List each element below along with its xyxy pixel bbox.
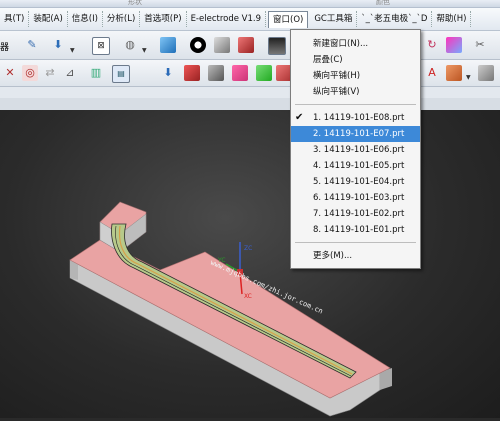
menu-window[interactable]: 窗口(O): [268, 10, 309, 28]
recent-file-item-selected[interactable]: 2. 14119-101-E07.prt: [291, 126, 420, 142]
rotate-icon[interactable]: ◍: [122, 37, 138, 53]
recent-file-item[interactable]: 5. 14119-101-E04.prt: [291, 174, 420, 190]
group-label-shape: 形状: [128, 0, 142, 6]
constraint-icon[interactable]: ◎: [22, 65, 38, 81]
tool-icon[interactable]: ✂: [472, 37, 488, 53]
pencil-icon[interactable]: ✎: [24, 37, 40, 53]
menu-cascade[interactable]: 层叠(C): [291, 52, 420, 68]
toolbar-row-2: ✕ ◎ ⇄ ⊿ ▥ ▤ ⬇ A ▼: [0, 60, 500, 87]
selection-filter-icon[interactable]: ⬇: [50, 37, 66, 53]
menu-tools[interactable]: 具(T): [0, 11, 30, 27]
ribbon-group-strip: 形状 颜色: [0, 0, 500, 8]
options-icon[interactable]: [478, 65, 494, 81]
recent-file-item[interactable]: 8. 14119-101-E01.prt: [291, 222, 420, 238]
menu-analysis[interactable]: 分析(L): [103, 11, 141, 27]
layer-icon[interactable]: ▤: [112, 65, 130, 83]
menu-tile-vertical[interactable]: 纵向平铺(V): [291, 84, 420, 100]
chevron-down-icon[interactable]: ▼: [466, 74, 471, 81]
book-icon[interactable]: ▥: [88, 65, 104, 81]
recent-file-item[interactable]: 6. 14119-101-E03.prt: [291, 190, 420, 206]
menu-bar: 具(T) 装配(A) 信息(I) 分析(L) 首选项(P) E-electrod…: [0, 8, 500, 31]
group-label-color: 颜色: [376, 0, 390, 6]
chevron-down-icon[interactable]: ▼: [70, 47, 75, 54]
display-mode-icon[interactable]: [214, 37, 230, 53]
fit-view-icon[interactable]: ⊠: [92, 37, 110, 55]
red-block-icon[interactable]: [184, 65, 200, 81]
menu-info[interactable]: 信息(I): [68, 11, 103, 27]
x-axis-label: XC: [244, 293, 252, 300]
menu-more[interactable]: 更多(M)...: [291, 248, 420, 264]
swap-icon[interactable]: ⇄: [42, 65, 58, 81]
recent-file-item[interactable]: 7. 14119-101-E02.prt: [291, 206, 420, 222]
z-axis-label: ZC: [244, 245, 252, 252]
menu-tile-horizontal[interactable]: 横向平铺(H): [291, 68, 420, 84]
graphics-viewport[interactable]: ZC YC XC www.mjqbbs.com/zhi.jor.com.cn: [0, 110, 500, 418]
chevron-down-icon[interactable]: ▼: [142, 47, 147, 54]
menu-preferences[interactable]: 首选项(P): [140, 11, 187, 27]
recent-file-item[interactable]: 4. 14119-101-E05.prt: [291, 158, 420, 174]
background-icon[interactable]: [268, 37, 286, 55]
checkmark-icon: ✔: [295, 112, 304, 123]
pin-icon[interactable]: ⬇: [160, 65, 176, 81]
recent-file-item[interactable]: 3. 14119-101-E06.prt: [291, 142, 420, 158]
menu-assembly[interactable]: 装配(A): [29, 11, 68, 27]
menu-new-window[interactable]: 新建窗口(N)...: [291, 36, 420, 52]
menu-e-electrode[interactable]: E-electrode V1.9: [187, 11, 266, 27]
text-a-icon[interactable]: A: [424, 65, 440, 81]
measure-icon[interactable]: ⊿: [62, 65, 78, 81]
toolbar-label: 器: [0, 43, 10, 53]
window-menu-dropdown: 新建窗口(N)... 层叠(C) 横向平铺(H) 纵向平铺(V) ✔ 1. 14…: [290, 29, 421, 269]
box-icon[interactable]: [446, 65, 462, 81]
menu-separator: [295, 242, 416, 243]
part-model: ZC YC XC www.mjqbbs.com/zhi.jor.com.cn: [69, 201, 392, 417]
swirl-icon[interactable]: ↻: [424, 37, 440, 53]
menu-separator: [295, 104, 416, 105]
menu-laowu-electrode[interactable]: `_`老五电极`_`D: [357, 11, 433, 27]
shaded-view-icon[interactable]: [160, 37, 176, 53]
feature-icon[interactable]: ✕: [2, 65, 18, 81]
menu-gc-toolbox[interactable]: GC工具箱: [310, 11, 358, 27]
pink-block-icon[interactable]: [232, 65, 248, 81]
green-grid-icon[interactable]: [256, 65, 272, 81]
toolbar-row-1: 器 ✎ ⬇ ▼ ⊠ ◍ ▼ ↻ ✂: [0, 31, 500, 60]
surface-icon[interactable]: [446, 37, 462, 53]
recent-file-item[interactable]: ✔ 1. 14119-101-E08.prt: [291, 110, 420, 126]
menu-help[interactable]: 帮助(H): [432, 11, 472, 27]
color-cube-icon[interactable]: [238, 37, 254, 53]
gray-block-icon[interactable]: [208, 65, 224, 81]
render-style-icon[interactable]: [190, 37, 206, 53]
